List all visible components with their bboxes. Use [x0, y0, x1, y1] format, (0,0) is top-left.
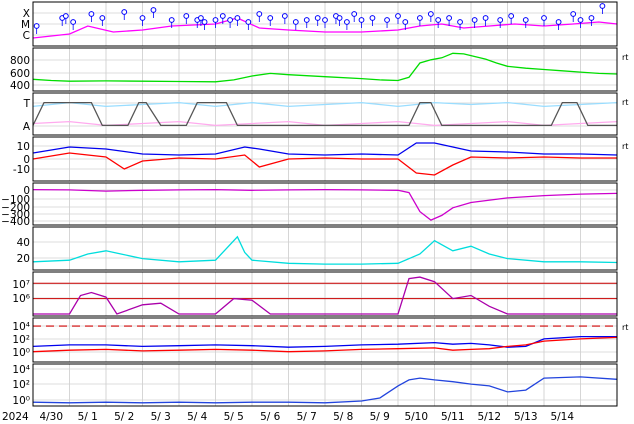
y-tick-label: 10⁷ [12, 279, 30, 291]
flare-marker [314, 15, 321, 21]
unit-marker: rt [622, 98, 628, 107]
flare-marker [219, 13, 226, 19]
date-tick-label: 4/30 [39, 411, 63, 423]
unit-marker: rt [622, 323, 628, 332]
panel-electron-flux: 10⁰10²10⁴ rt [12, 317, 628, 363]
year-label: 2024 [2, 411, 29, 423]
flare-marker [522, 17, 529, 23]
flare-marker [541, 15, 547, 21]
flare-marker [139, 15, 146, 21]
flare-marker [322, 17, 328, 23]
flare-marker [121, 9, 128, 15]
y-tick-label: 10⁰ [12, 395, 30, 407]
y-tick-label: 10⁴ [12, 364, 30, 376]
flare-marker [570, 11, 577, 17]
y-tick-label: 600 [10, 68, 30, 80]
date-tick-label: 5/ 5 [224, 411, 244, 423]
y-tick-label: 10² [12, 334, 30, 346]
flare-marker [234, 15, 241, 21]
panel-density: 2040 [17, 226, 618, 271]
y-tick-label: 20 [17, 253, 30, 265]
unit-marker: rt [622, 53, 628, 62]
flare-marker [150, 7, 157, 13]
y-tick-label: C [23, 30, 30, 42]
flare-marker [402, 19, 409, 25]
date-tick-label: 5/ 8 [333, 411, 353, 423]
panel-imf-b: -10010 rt [13, 136, 628, 182]
flare-marker [336, 15, 343, 21]
flare-marker [256, 11, 263, 17]
y-tick-label: 800 [10, 55, 30, 67]
flare-marker [395, 13, 401, 19]
date-axis: 2024 4/30 5/ 1 5/ 2 5/ 3 5/ 4 5/ 5 5/ 6 5/ 7 5/ 8… [2, 411, 574, 423]
date-tick-label: 5/10 [404, 411, 428, 423]
flare-marker [384, 17, 390, 23]
flare-marker [555, 19, 562, 25]
y-tick-label: A [23, 121, 31, 133]
date-tick-label: 5/12 [477, 411, 501, 423]
panel-speed: 400600800 rt [10, 47, 628, 92]
flare-marker [88, 11, 95, 17]
y-tick-label: 10⁰ [12, 347, 30, 359]
flare-marker [303, 17, 310, 23]
flare-marker [435, 17, 442, 23]
y-tick-label: 10⁶ [12, 293, 30, 305]
panel-dst: 0−100−200−300−400 [1, 182, 618, 228]
y-tick-label: 0 [23, 154, 30, 166]
flare-marker [508, 13, 515, 19]
date-tick-label: 5/ 3 [151, 411, 171, 423]
flare-marker [99, 15, 106, 21]
y-tick-label: −400 [1, 216, 30, 228]
date-tick-label: 5/11 [441, 411, 465, 423]
flare-marker [227, 17, 234, 23]
flare-marker [599, 3, 606, 9]
flare-marker [344, 19, 350, 25]
panel-xray-index: 10⁰ 10² 10⁴ [12, 363, 618, 407]
flare-marker [577, 17, 584, 23]
flare-marker [281, 13, 288, 19]
date-tick-label: 5/ 6 [260, 411, 281, 423]
flare-marker [168, 17, 175, 23]
flare-marker [201, 19, 208, 25]
flare-marker [457, 19, 463, 25]
flare-marker [351, 11, 358, 17]
flare-marker [198, 15, 204, 21]
flare-marker [588, 15, 595, 21]
flare-marker [292, 19, 299, 25]
y-tick-label: 10 [17, 141, 30, 153]
unit-marker: rt [622, 142, 628, 151]
flare-marker [267, 15, 274, 21]
flare-marker [212, 17, 219, 23]
flare-marker [417, 15, 423, 21]
panel-proton-flux: 10⁶10⁷ [12, 271, 618, 317]
flare-marker [446, 15, 453, 21]
flare-marker [471, 17, 478, 23]
flare-marker [358, 17, 365, 23]
date-tick-label: 5/ 2 [114, 411, 134, 423]
date-tick-label: 5/ 9 [370, 411, 390, 423]
y-tick-label: 400 [10, 80, 30, 92]
flare-marker [482, 15, 489, 21]
flare-marker [369, 15, 376, 21]
date-tick-label: 5/14 [550, 411, 574, 423]
date-tick-label: 5/ 1 [78, 411, 98, 423]
flare-marker [183, 13, 190, 19]
flare-marker [62, 13, 69, 19]
y-tick-label: T [23, 98, 31, 110]
panel-imf-angle: TArt [23, 92, 628, 136]
date-tick-label: 5/13 [514, 411, 538, 423]
date-tick-label: 5/ 4 [187, 411, 208, 423]
flare-marker [70, 19, 77, 25]
flare-marker [245, 19, 252, 25]
date-tick-label: 5/ 7 [297, 411, 317, 423]
y-tick-label: 40 [17, 237, 30, 249]
y-tick-label: 10⁴ [12, 321, 30, 333]
panel-xray: XMC [21, 1, 618, 47]
flare-marker [427, 11, 434, 17]
y-tick-label: 10² [12, 379, 30, 391]
flare-marker [33, 23, 40, 29]
space-weather-chart: XMC400600800 rtTArt-10010 rt0−100−200−300−… [1, 1, 628, 423]
flare-marker [497, 17, 504, 23]
